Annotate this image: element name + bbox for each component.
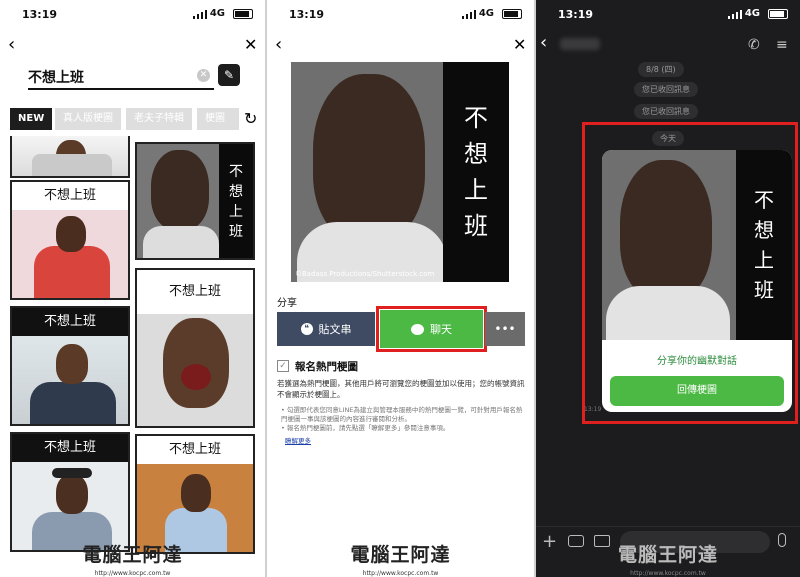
watermark-url: http://www.kocpc.com.tw	[362, 570, 439, 577]
line-chat-screen: 13:19 4G ‹ ✆ ≡ 8/8 (四) 您已收回訊息 您已收回訊息 今天 …	[536, 0, 800, 577]
status-bar: 13:19 4G	[0, 0, 265, 30]
hot-meme-checkbox-label: 報名熱門梗圖	[295, 361, 358, 373]
tab-new[interactable]: NEW	[10, 108, 53, 130]
recall-notice: 您已收回訊息	[634, 82, 698, 97]
status-time: 13:19	[22, 8, 58, 21]
battery-icon	[233, 9, 253, 19]
status-time: 13:19	[289, 8, 325, 21]
more-button[interactable]: •••	[485, 312, 525, 346]
meme-share-screen: 13:19 4G ‹ ✕ 不想上班 ©Badass Productions/Sh…	[267, 0, 534, 577]
meme-thumbnail[interactable]: 不想上班	[135, 268, 255, 428]
search-input[interactable]: 不想上班	[28, 67, 84, 87]
signal-icon	[193, 10, 207, 19]
watermark-url: http://www.kocpc.com.tw	[630, 570, 706, 577]
hot-meme-description: 若獲選為熱門梗圖，其他用戶將可瀏覽您的梗圖並加以使用；您的帳號資訊不會顯示於梗圖…	[277, 379, 525, 399]
network-label: 4G	[478, 8, 494, 19]
watermark-text: 電腦王阿達	[617, 544, 718, 566]
menu-icon[interactable]: ≡	[776, 36, 788, 54]
meme-message-image: 不想上班	[602, 150, 792, 340]
refresh-icon[interactable]: ↻	[244, 110, 257, 128]
hot-meme-checkbox[interactable]: ✓	[277, 360, 289, 372]
post-button[interactable]: ❝ 貼文串	[277, 312, 375, 346]
meme-thumbnail[interactable]	[10, 136, 130, 178]
signal-icon	[462, 10, 476, 19]
date-badge: 8/8 (四)	[638, 62, 684, 77]
message-time: 13:19	[584, 406, 602, 413]
chat-button[interactable]: 聊天	[376, 306, 487, 352]
meme-search-screen: 13:19 4G ‹ ✕ 不想上班 ✕ ✎ NEW 真人版梗圖 老夫子特輯 梗圖…	[0, 0, 265, 577]
back-icon[interactable]: ‹	[540, 34, 547, 52]
battery-icon	[502, 9, 522, 19]
image-credit: ©Badass Productions/Shutterstock.com	[295, 270, 435, 278]
network-label: 4G	[744, 8, 760, 19]
meme-thumbnail[interactable]: 不想上班	[135, 434, 255, 554]
status-time: 13:19	[558, 8, 594, 21]
meme-vertical-text: 不想上班	[219, 144, 253, 258]
chat-title-blurred	[560, 38, 600, 50]
back-icon[interactable]: ‹	[275, 36, 282, 54]
meme-thumbnail[interactable]: 不想上班	[10, 180, 130, 300]
meme-thumbnail[interactable]: 不想上班	[10, 306, 130, 426]
hot-meme-note: • 報名熱門梗圖前，請先點選「瞭解更多」參閱注意事項。	[281, 424, 450, 432]
hot-meme-note: • 勾選即代表您同意LINE為建立與管理本服務中的熱門梗圖一覽，可針對用戶報名熱…	[281, 406, 523, 423]
status-bar: 13:19 4G	[267, 0, 534, 30]
tab-real-person[interactable]: 真人版梗圖	[55, 108, 121, 130]
meme-caption: 不想上班	[137, 270, 253, 314]
search-field[interactable]: 不想上班 ✕	[28, 64, 214, 90]
tab-old-master[interactable]: 老夫子特輯	[126, 108, 192, 130]
card-title: 分享你的幽默對話	[657, 356, 737, 367]
meme-vertical-text: 不想上班	[736, 150, 792, 340]
meme-thumbnail[interactable]: 不想上班	[10, 432, 130, 552]
edit-pen-button[interactable]: ✎	[218, 64, 240, 86]
back-icon[interactable]: ‹	[8, 36, 15, 54]
meme-caption: 不想上班	[12, 308, 128, 336]
meme-thumbnail[interactable]: 不想上班	[135, 142, 255, 260]
recall-notice: 您已收回訊息	[634, 104, 698, 119]
phone-icon[interactable]: ✆	[748, 36, 760, 54]
status-bar: 13:19 4G	[536, 0, 800, 30]
meme-preview: 不想上班 ©Badass Productions/Shutterstock.co…	[291, 62, 509, 282]
clear-icon[interactable]: ✕	[197, 69, 210, 82]
quote-icon: ❝	[300, 323, 313, 335]
meme-caption: 不想上班	[12, 434, 128, 462]
watermark-text: 電腦王阿達	[350, 544, 451, 566]
chat-bubble-icon	[411, 323, 424, 335]
network-label: 4G	[209, 8, 225, 19]
reply-meme-button[interactable]: 回傳梗圖	[610, 376, 784, 406]
post-button-label: 貼文串	[318, 323, 352, 336]
tab-more[interactable]: 梗圖大	[197, 108, 239, 130]
learn-more-link[interactable]: 瞭解更多	[285, 435, 311, 445]
battery-icon	[768, 9, 788, 19]
chat-button-label: 聊天	[430, 323, 452, 336]
watermark-url: http://www.kocpc.com.tw	[94, 570, 171, 577]
meme-caption: 不想上班	[137, 436, 253, 464]
close-icon[interactable]: ✕	[244, 36, 257, 54]
share-label: 分享	[277, 298, 297, 309]
meme-caption: 不想上班	[12, 182, 128, 210]
meme-message-card[interactable]: 不想上班 分享你的幽默對話 回傳梗圖	[602, 150, 792, 412]
meme-vertical-text: 不想上班	[443, 62, 509, 282]
watermark-text: 電腦王阿達	[82, 544, 183, 566]
close-icon[interactable]: ✕	[513, 36, 526, 54]
signal-icon	[728, 10, 742, 19]
